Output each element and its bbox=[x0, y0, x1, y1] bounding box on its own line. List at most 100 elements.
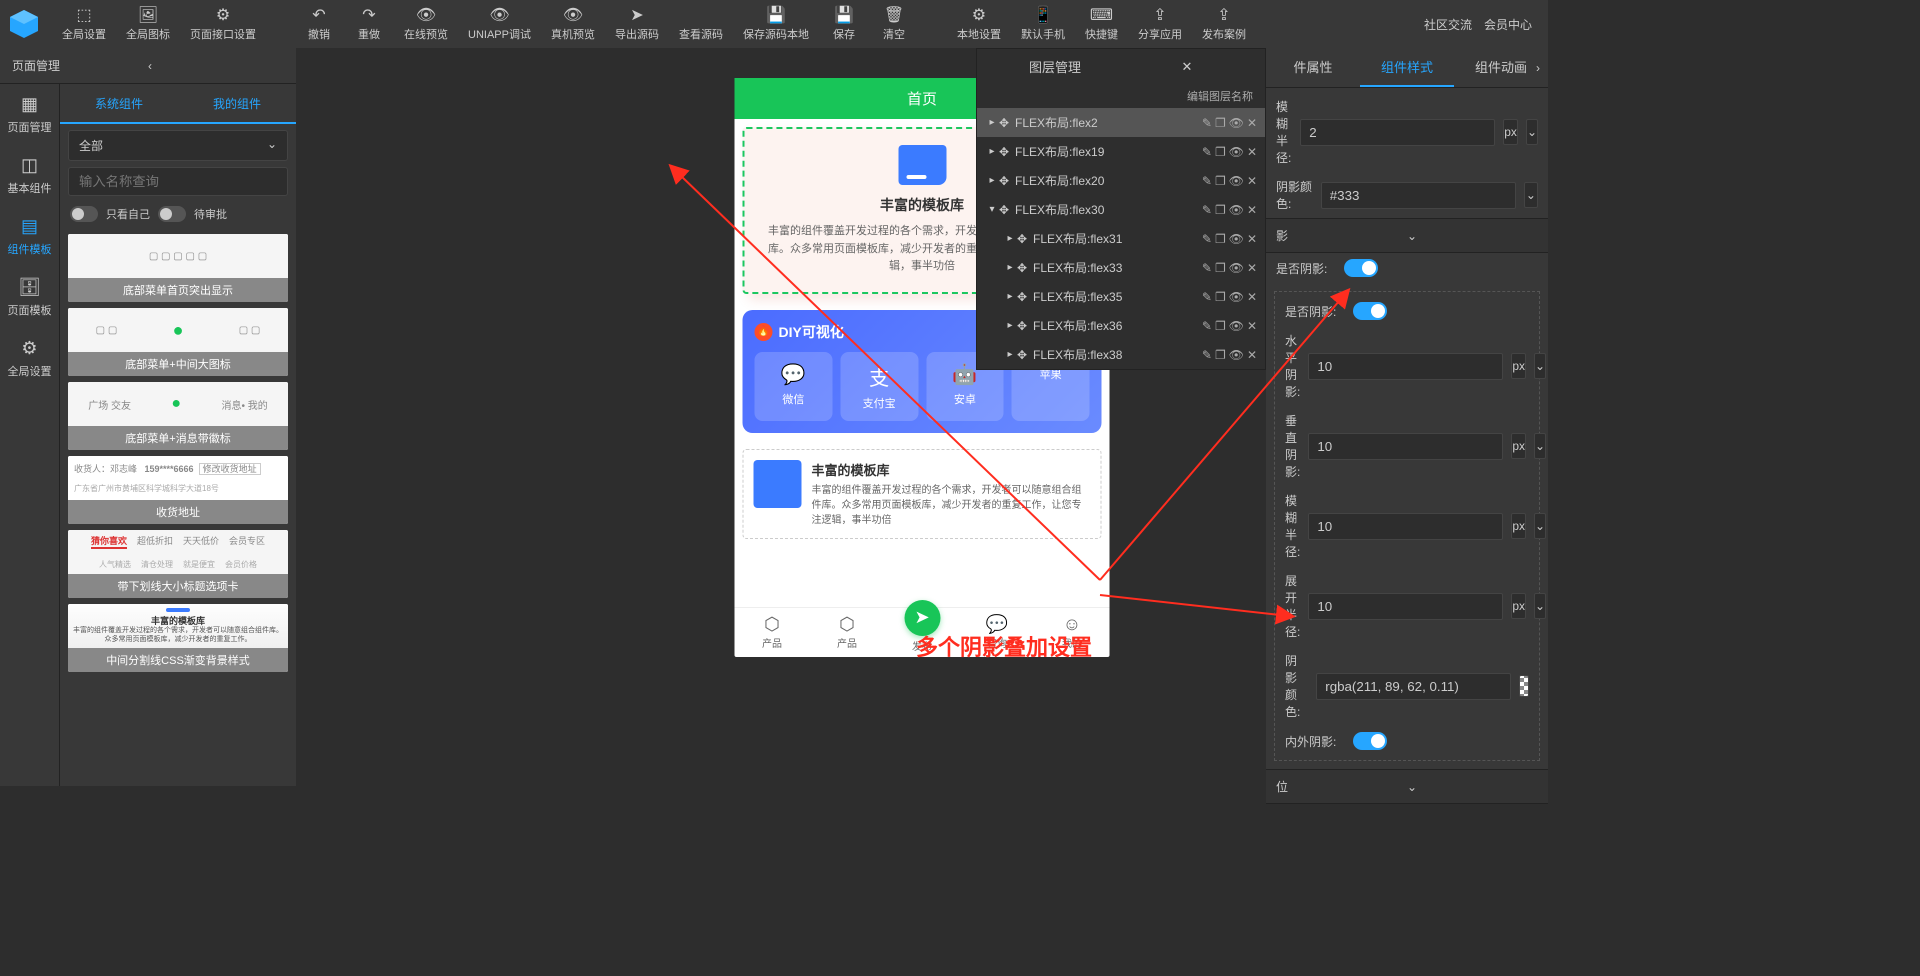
collapse-left-icon[interactable]: ‹ bbox=[148, 59, 284, 73]
tabbar-我的[interactable]: ☺我的 bbox=[1035, 614, 1110, 653]
delete-icon[interactable]: ✕ bbox=[1247, 174, 1257, 188]
expand-icon[interactable]: ▸ bbox=[985, 117, 999, 128]
toolbar-重做[interactable]: ↷重做 bbox=[344, 2, 394, 46]
chevron-down-icon[interactable]: ⌄ bbox=[1534, 513, 1546, 539]
layer-row[interactable]: ▸✥FLEX布局:flex20✎❐👁✕ bbox=[977, 166, 1265, 195]
tabbar-发布[interactable]: ➤发布 bbox=[885, 614, 960, 653]
eye-icon[interactable]: 👁 bbox=[1229, 348, 1244, 362]
edit-icon[interactable]: ✎ bbox=[1202, 116, 1212, 130]
rail-组件模板[interactable]: ▤组件模板 bbox=[0, 206, 59, 267]
layer-row[interactable]: ▸✥FLEX布局:flex35✎❐👁✕ bbox=[977, 282, 1265, 311]
move-icon[interactable]: ✥ bbox=[999, 145, 1015, 159]
toolbar-保存源码本地[interactable]: 💾保存源码本地 bbox=[733, 2, 819, 46]
move-icon[interactable]: ✥ bbox=[1017, 319, 1033, 333]
toggle-pending[interactable] bbox=[158, 206, 186, 222]
card-template-small[interactable]: 丰富的模板库 丰富的组件覆盖开发过程的各个需求，开发者可以随意组合组件库。众多常… bbox=[743, 449, 1102, 539]
expand-icon[interactable]: ▸ bbox=[1003, 349, 1017, 360]
toggle-own[interactable] bbox=[70, 206, 98, 222]
chevron-down-icon[interactable]: ⌄ bbox=[1534, 593, 1546, 619]
chevron-down-icon[interactable]: ⌄ bbox=[1534, 433, 1546, 459]
toolbar-保存[interactable]: 💾保存 bbox=[819, 2, 869, 46]
edit-icon[interactable]: ✎ bbox=[1202, 232, 1212, 246]
v-shadow-unit[interactable]: px bbox=[1511, 433, 1526, 459]
search-input[interactable] bbox=[79, 174, 277, 189]
diy-cell-微信[interactable]: 💬微信 bbox=[755, 352, 833, 421]
inout-shadow-switch[interactable] bbox=[1353, 732, 1387, 750]
tab-component-props[interactable]: 件属性 bbox=[1266, 48, 1360, 87]
template-card[interactable]: 广场 交友 ● 消息• 我的底部菜单+消息带徽标 bbox=[68, 382, 288, 450]
tabbar-咨询[interactable]: 💬咨询 bbox=[960, 614, 1035, 653]
move-icon[interactable]: ✥ bbox=[999, 203, 1015, 217]
tab-my-components[interactable]: 我的组件 bbox=[178, 84, 296, 124]
eye-icon[interactable]: 👁 bbox=[1229, 261, 1244, 275]
category-select[interactable]: 全部 ⌄ bbox=[68, 130, 288, 161]
toolbar-全局设置[interactable]: ⬚全局设置 bbox=[52, 2, 116, 46]
toolbar-分享应用[interactable]: ⇪分享应用 bbox=[1128, 2, 1192, 46]
collapse-right-icon[interactable]: › bbox=[1528, 54, 1548, 82]
toolbar-发布案例[interactable]: ⇪发布案例 bbox=[1192, 2, 1256, 46]
delete-icon[interactable]: ✕ bbox=[1247, 319, 1257, 333]
copy-icon[interactable]: ❐ bbox=[1215, 203, 1226, 217]
layer-row[interactable]: ▸✥FLEX布局:flex19✎❐👁✕ bbox=[977, 137, 1265, 166]
blur-radius-unit[interactable]: px bbox=[1503, 119, 1518, 145]
edit-icon[interactable]: ✎ bbox=[1202, 174, 1212, 188]
expand-icon[interactable]: ▸ bbox=[985, 175, 999, 186]
h-shadow-input[interactable] bbox=[1308, 353, 1503, 380]
is-shadow-switch[interactable] bbox=[1344, 259, 1378, 277]
copy-icon[interactable]: ❐ bbox=[1215, 348, 1226, 362]
delete-icon[interactable]: ✕ bbox=[1247, 145, 1257, 159]
blur-radius-input[interactable] bbox=[1300, 119, 1495, 146]
template-card[interactable]: 丰富的模板库丰富的组件覆盖开发过程的各个需求，开发者可以随意组合组件库。众多常用… bbox=[68, 604, 288, 672]
eye-icon[interactable]: 👁 bbox=[1229, 174, 1244, 188]
toolbar-默认手机[interactable]: 📱默认手机 bbox=[1011, 2, 1075, 46]
toolbar-查看源码[interactable]: 查看源码 bbox=[669, 2, 733, 46]
layer-row[interactable]: ▸✥FLEX布局:flex38✎❐👁✕ bbox=[977, 340, 1265, 369]
shadow2-color-input[interactable] bbox=[1316, 673, 1511, 700]
toolbar-本地设置[interactable]: ⚙本地设置 bbox=[947, 2, 1011, 46]
delete-icon[interactable]: ✕ bbox=[1247, 116, 1257, 130]
h-shadow-unit[interactable]: px bbox=[1511, 353, 1526, 379]
diy-cell-支付宝[interactable]: 支支付宝 bbox=[840, 352, 918, 421]
delete-icon[interactable]: ✕ bbox=[1247, 348, 1257, 362]
edit-icon[interactable]: ✎ bbox=[1202, 145, 1212, 159]
move-icon[interactable]: ✥ bbox=[999, 116, 1015, 130]
toolbar-快捷键[interactable]: ⌨快捷键 bbox=[1075, 2, 1128, 46]
copy-icon[interactable]: ❐ bbox=[1215, 319, 1226, 333]
spread-unit[interactable]: px bbox=[1511, 593, 1526, 619]
layer-row[interactable]: ▸✥FLEX布局:flex33✎❐👁✕ bbox=[977, 253, 1265, 282]
move-icon[interactable]: ✥ bbox=[1017, 232, 1033, 246]
copy-icon[interactable]: ❐ bbox=[1215, 290, 1226, 304]
expand-icon[interactable]: ▸ bbox=[1003, 320, 1017, 331]
delete-icon[interactable]: ✕ bbox=[1247, 261, 1257, 275]
template-card[interactable]: ▢ ▢ ● ▢ ▢底部菜单+中间大图标 bbox=[68, 308, 288, 376]
chevron-down-icon[interactable]: ⌄ bbox=[1524, 182, 1538, 208]
expand-icon[interactable]: ▸ bbox=[1003, 233, 1017, 244]
rail-页面管理[interactable]: ▦页面管理 bbox=[0, 84, 59, 145]
move-icon[interactable]: ✥ bbox=[999, 174, 1015, 188]
edit-icon[interactable]: ✎ bbox=[1202, 203, 1212, 217]
expand-icon[interactable]: ▸ bbox=[1003, 262, 1017, 273]
toolbar-全局图标[interactable]: 🖼全局图标 bbox=[116, 2, 180, 46]
tab-component-style[interactable]: 组件样式 bbox=[1360, 48, 1454, 87]
template-card[interactable]: ▢ ▢ ▢ ▢ ▢底部菜单首页突出显示 bbox=[68, 234, 288, 302]
eye-icon[interactable]: 👁 bbox=[1229, 319, 1244, 333]
chevron-down-icon[interactable]: ⌄ bbox=[1526, 119, 1538, 145]
expand-icon[interactable]: ▸ bbox=[1003, 291, 1017, 302]
toolbar-真机预览[interactable]: 👁真机预览 bbox=[541, 2, 605, 46]
toolbar-在线预览[interactable]: 👁在线预览 bbox=[394, 2, 458, 46]
toolbar-页面接口设置[interactable]: ⚙页面接口设置 bbox=[180, 2, 266, 46]
expand-icon[interactable]: ▸ bbox=[985, 146, 999, 157]
layer-row[interactable]: ▸✥FLEX布局:flex36✎❐👁✕ bbox=[977, 311, 1265, 340]
blur2-input[interactable] bbox=[1308, 513, 1503, 540]
toolbar-导出源码[interactable]: ➤导出源码 bbox=[605, 2, 669, 46]
copy-icon[interactable]: ❐ bbox=[1215, 116, 1226, 130]
tabbar-产品[interactable]: ⬡产品 bbox=[810, 614, 885, 653]
edit-icon[interactable]: ✎ bbox=[1202, 290, 1212, 304]
tabbar-产品[interactable]: ⬡产品 bbox=[735, 614, 810, 653]
is-shadow2-switch[interactable] bbox=[1353, 302, 1387, 320]
layer-row[interactable]: ▸✥FLEX布局:flex2✎❐👁✕ bbox=[977, 108, 1265, 137]
layer-row[interactable]: ▾✥FLEX布局:flex30✎❐👁✕ bbox=[977, 195, 1265, 224]
copy-icon[interactable]: ❐ bbox=[1215, 232, 1226, 246]
move-icon[interactable]: ✥ bbox=[1017, 261, 1033, 275]
rail-基本组件[interactable]: ◫基本组件 bbox=[0, 145, 59, 206]
